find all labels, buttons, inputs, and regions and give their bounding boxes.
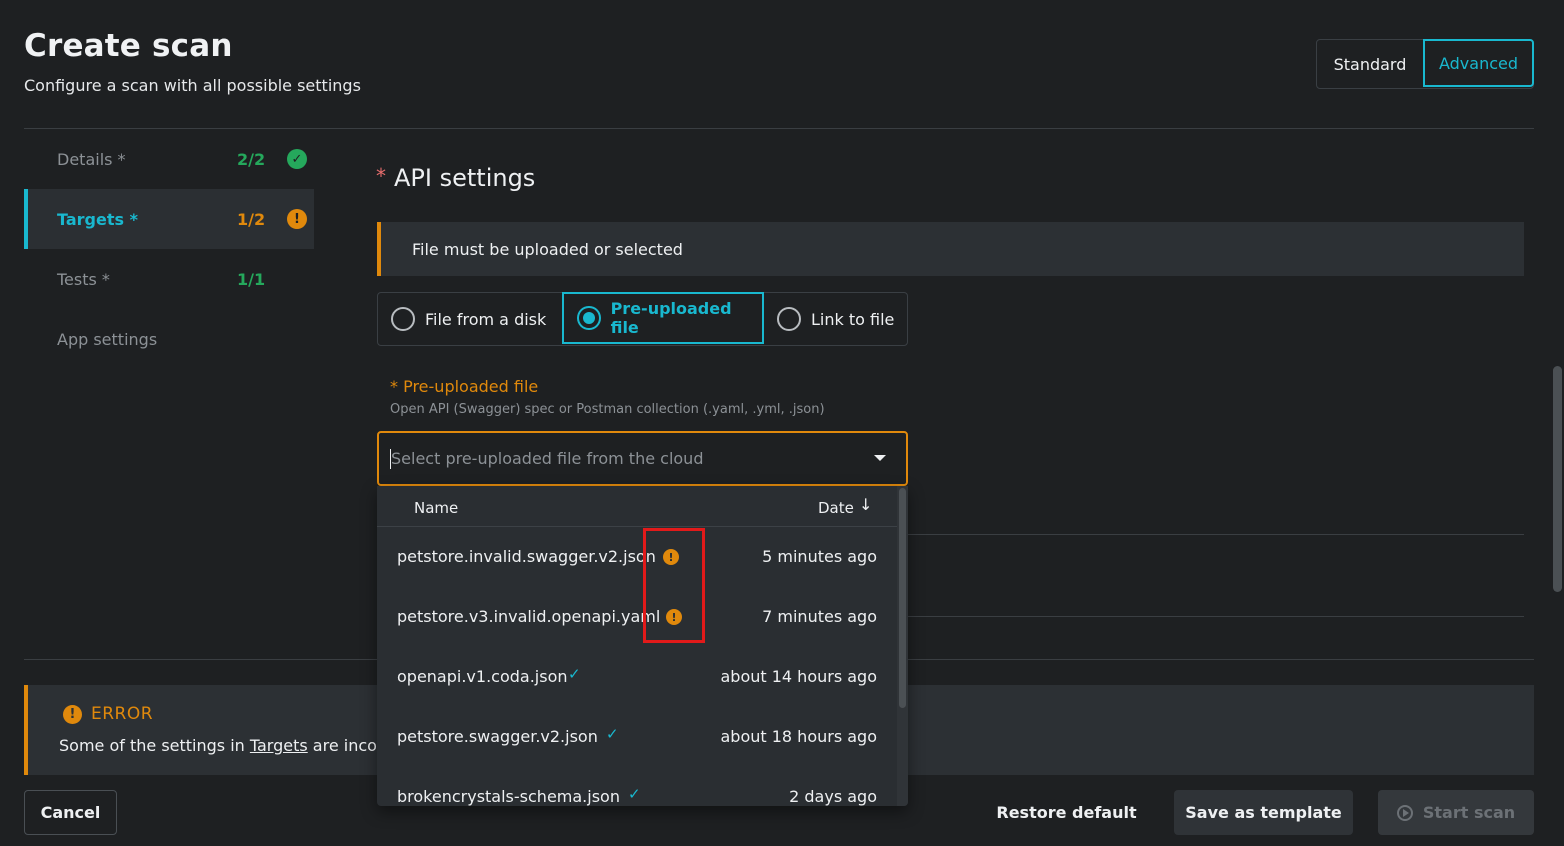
column-date-header[interactable]: Date [818, 499, 854, 517]
radio-circle-icon [391, 307, 415, 331]
radio-label: Link to file [811, 309, 895, 329]
chevron-down-icon[interactable] [874, 455, 886, 461]
file-date: about 18 hours ago [720, 727, 877, 746]
required-mark: * [376, 164, 386, 188]
sidebar-item-label: Details * [57, 149, 126, 169]
sidebar-item-label: App settings [57, 329, 158, 349]
dropdown-scrollbar-thumb[interactable] [899, 488, 906, 708]
advanced-mode-button[interactable]: Advanced [1423, 39, 1534, 87]
file-row[interactable]: petstore.v3.invalid.openapi.yaml ! 7 min… [377, 587, 897, 647]
sort-arrow-down-icon[interactable]: ↓ [859, 495, 872, 514]
pre-uploaded-file-hint: Open API (Swagger) spec or Postman colle… [390, 402, 825, 417]
start-scan-label: Start scan [1422, 803, 1516, 822]
error-icon: ! [63, 705, 82, 724]
file-row[interactable]: openapi.v1.coda.json ✓ about 14 hours ag… [377, 647, 897, 707]
divider [908, 534, 1524, 535]
mode-toggle: Standard Advanced [1316, 39, 1534, 89]
radio-pre-uploaded-file[interactable]: Pre-uploaded file [562, 292, 764, 344]
warning-circle-icon: ! [287, 209, 307, 229]
file-name: petstore.invalid.swagger.v2.json [397, 547, 656, 566]
page-subtitle: Configure a scan with all possible setti… [24, 76, 361, 95]
start-scan-button[interactable]: Start scan [1378, 790, 1534, 835]
restore-default-button[interactable]: Restore default [984, 790, 1149, 835]
file-date: 2 days ago [789, 787, 877, 806]
play-circle-icon [1396, 804, 1413, 821]
sidebar-item-label: Targets * [57, 209, 138, 229]
file-name: openapi.v1.coda.json [397, 667, 568, 686]
sidebar-item-targets[interactable]: Targets * 1/2 ! [24, 189, 314, 249]
sidebar-item-count: 1/2 [237, 209, 266, 229]
select-placeholder: Select pre-uploaded file from the cloud [391, 449, 704, 468]
sidebar-item-label: Tests * [57, 269, 110, 289]
radio-file-from-disk[interactable]: File from a disk [378, 293, 562, 345]
standard-mode-button[interactable]: Standard [1317, 40, 1423, 88]
text-cursor [390, 449, 391, 469]
save-as-template-button[interactable]: Save as template [1174, 790, 1353, 835]
file-date: 5 minutes ago [762, 547, 877, 566]
radio-label: Pre-uploaded file [610, 299, 732, 337]
dropdown-header: Name Date ↓ [377, 486, 897, 527]
divider [908, 616, 1524, 617]
sidebar-item-details[interactable]: Details * 2/2 ✓ [24, 129, 314, 189]
sidebar-item-tests[interactable]: Tests * 1/1 [24, 249, 314, 309]
check-icon: ✓ [628, 785, 641, 803]
page-scrollbar-thumb[interactable] [1553, 366, 1562, 592]
file-row[interactable]: brokencrystals-schema.json ✓ 2 days ago [377, 767, 897, 806]
file-date: about 14 hours ago [720, 667, 877, 686]
sidebar-item-app-settings[interactable]: App settings [24, 309, 314, 369]
file-name: petstore.v3.invalid.openapi.yaml [397, 607, 661, 626]
cancel-button[interactable]: Cancel [24, 790, 117, 835]
radio-circle-icon [777, 307, 801, 331]
file-row[interactable]: petstore.invalid.swagger.v2.json ! 5 min… [377, 527, 897, 587]
page-title: Create scan [24, 28, 233, 64]
file-row[interactable]: petstore.swagger.v2.json ✓ about 18 hour… [377, 707, 897, 767]
annotation-highlight-box [643, 528, 705, 643]
radio-link-to-file[interactable]: Link to file [764, 293, 907, 345]
section-title-text: API settings [394, 164, 536, 192]
sidebar-item-count: 2/2 [237, 149, 266, 169]
radio-selected-icon [577, 306, 601, 330]
radio-label: File from a disk [425, 309, 547, 329]
file-name: brokencrystals-schema.json [397, 787, 620, 806]
file-date: 7 minutes ago [762, 607, 877, 626]
check-circle-icon: ✓ [287, 149, 307, 169]
file-name: petstore.swagger.v2.json [397, 727, 598, 746]
section-title: * API settings [376, 164, 535, 192]
targets-link[interactable]: Targets [250, 736, 308, 755]
column-name-header[interactable]: Name [414, 499, 458, 517]
pre-uploaded-file-label: * Pre-uploaded file [390, 377, 539, 396]
error-message: Some of the settings in Targets are inco [59, 736, 377, 755]
check-icon: ✓ [606, 725, 619, 743]
check-icon: ✓ [568, 665, 581, 683]
validation-warning-banner: File must be uploaded or selected [377, 222, 1524, 276]
error-title: ERROR [91, 704, 154, 724]
pre-uploaded-file-select[interactable]: Select pre-uploaded file from the cloud [377, 431, 908, 486]
file-source-radio-group: File from a disk Pre-uploaded file Link … [377, 292, 908, 346]
sidebar-item-count: 1/1 [237, 269, 266, 289]
